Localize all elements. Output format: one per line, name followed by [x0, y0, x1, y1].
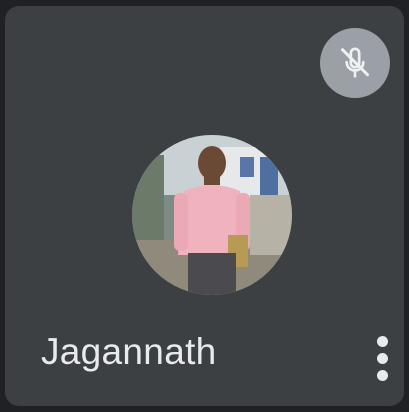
mic-muted-badge — [320, 28, 390, 98]
avatar-photo — [132, 135, 292, 295]
more-options-button[interactable] — [360, 328, 404, 388]
avatar — [132, 135, 292, 295]
participant-name: Jagannath — [41, 331, 217, 372]
mic-off-icon — [341, 47, 369, 78]
participant-tile: Jagannath — [5, 6, 404, 406]
more-vert-icon — [376, 335, 388, 347]
